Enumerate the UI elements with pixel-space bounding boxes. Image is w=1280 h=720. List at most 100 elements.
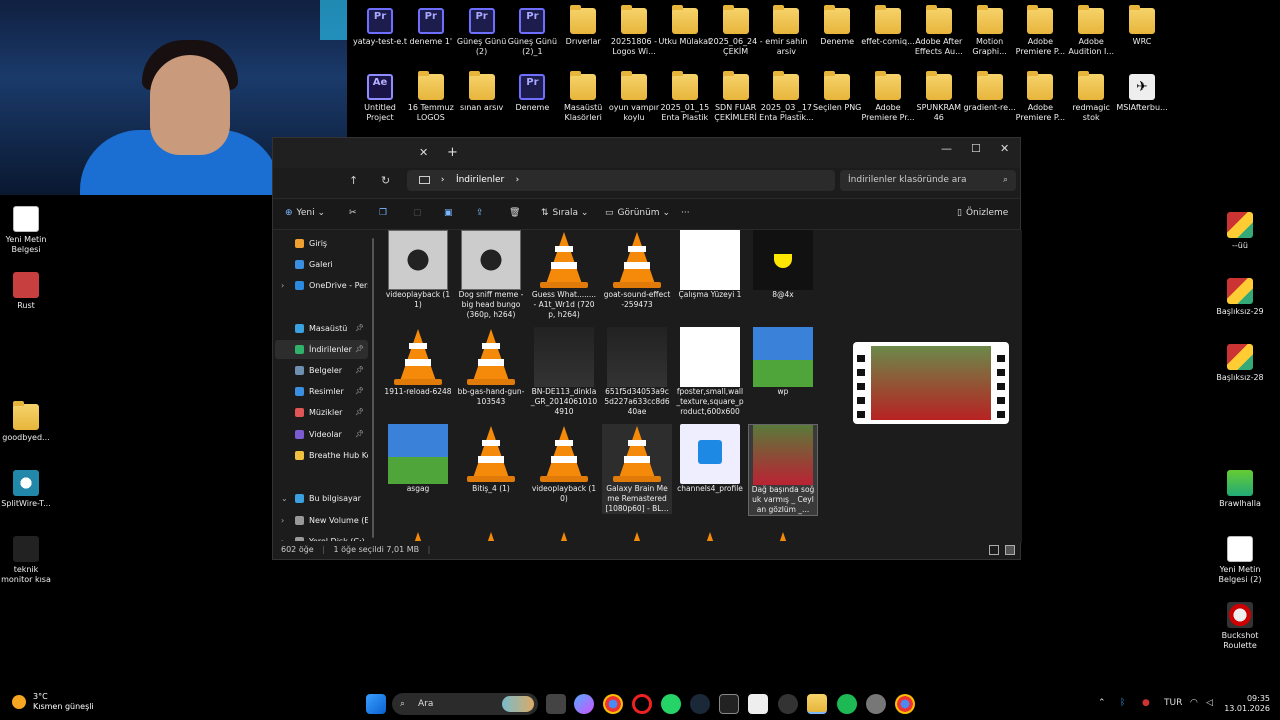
preview-pane-button[interactable]: ▯ Önizleme xyxy=(957,208,1008,218)
file-explorer-icon[interactable] xyxy=(807,694,827,714)
nav-scrollbar[interactable] xyxy=(372,238,374,538)
sort-button[interactable]: ⇅ Sırala ⌄ xyxy=(541,208,588,218)
desktop-icon[interactable]: 2025_03 _17 Enta Plastik... xyxy=(759,71,814,123)
epic-games-icon[interactable] xyxy=(719,694,739,714)
file-item[interactable]: Bitiş_4 (1) xyxy=(456,424,526,494)
sidebar-item[interactable]: › OneDrive - Perso xyxy=(275,276,368,295)
settings-icon[interactable] xyxy=(778,694,798,714)
sidebar-item[interactable]: İndirilenler 📌︎ xyxy=(275,340,368,359)
file-item[interactable]: BN-DE113_dinkla_GR_20140610104910 xyxy=(529,327,599,417)
new-tab-icon[interactable]: + xyxy=(447,145,458,160)
desktop-icon[interactable]: Motion Graphi... xyxy=(964,5,1016,57)
paste-icon[interactable]: ▢ xyxy=(413,208,422,218)
desktop-icon[interactable]: Ae Untitled Project xyxy=(354,74,406,123)
desktop-icon[interactable]: redmagic stok xyxy=(1065,71,1117,123)
bluetooth-icon[interactable]: ᛒ xyxy=(1120,698,1125,708)
desktop-icon[interactable]: Adobe After Effects Au... xyxy=(913,5,965,57)
view-button[interactable]: ▭ Görünüm ⌄ xyxy=(605,208,670,218)
desktop-icon[interactable]: Yeni Metin Belgesi (2) xyxy=(1214,536,1266,585)
sidebar-item[interactable]: › New Volume (E xyxy=(275,511,368,530)
desktop-icon[interactable]: Buckshot Roulette xyxy=(1214,602,1266,651)
wifi-icon[interactable]: ◠ xyxy=(1190,698,1198,708)
cut-icon[interactable]: ✂ xyxy=(349,208,357,218)
sidebar-item[interactable]: Galeri xyxy=(275,255,368,274)
clock[interactable]: 09:35 13.01.2026 xyxy=(1224,694,1270,714)
file-item[interactable]: videoplayback (10) xyxy=(529,424,599,504)
desktop-icon[interactable]: Brawlhalla xyxy=(1214,470,1266,509)
desktop-icon[interactable]: SPUNKRAM 46 xyxy=(913,71,965,123)
app-icon[interactable] xyxy=(866,694,886,714)
file-item[interactable]: wp xyxy=(748,327,818,397)
desktop-icon[interactable]: 16 Temmuz LOGOS xyxy=(405,71,457,123)
desktop-icon[interactable]: Adobe Premiere P... xyxy=(1014,71,1066,123)
file-item[interactable]: Dağ başında soğuk varmış _ Ceylan gözlüm… xyxy=(748,424,818,516)
file-item[interactable]: Guess What........ - A1t_Wr1d (720p, h26… xyxy=(529,230,599,320)
sidebar-item[interactable]: Videolar 📌︎ xyxy=(275,425,368,444)
desktop-icon[interactable]: Başlıksız-28 xyxy=(1214,344,1266,383)
desktop-icon[interactable]: teknik monitor kısa xyxy=(0,536,52,585)
sidebar-item[interactable]: Belgeler 📌︎ xyxy=(275,361,368,380)
close-window-icon[interactable]: ✕ xyxy=(1000,142,1009,155)
taskbar-search[interactable]: ⌕ Ara xyxy=(392,693,538,715)
share-icon[interactable]: ⇪ xyxy=(476,208,484,218)
desktop-icon[interactable]: goodbyed... xyxy=(0,401,52,443)
new-button[interactable]: ⊕ Yeni ⌄ xyxy=(285,208,325,218)
steam-icon[interactable] xyxy=(690,694,710,714)
desktop-icon[interactable]: Seçilen PNG xyxy=(811,71,863,113)
copy-icon[interactable]: ❐ xyxy=(379,208,387,218)
rename-icon[interactable]: ▣ xyxy=(444,208,453,218)
file-item[interactable]: asgag xyxy=(383,424,453,494)
desktop-icon[interactable]: Masaüstü Klasörleri xyxy=(557,71,609,123)
desktop-icon[interactable]: Adobe Premiere Pr... xyxy=(861,71,915,123)
desktop-icon[interactable]: 2025_06_24 - ÇEKİM xyxy=(709,5,763,57)
spotify-icon[interactable] xyxy=(837,694,857,714)
app-tray-icon[interactable]: ● xyxy=(1142,698,1150,708)
delete-icon[interactable]: 🗑︎ xyxy=(509,208,520,218)
sidebar-item[interactable]: Resimler 📌︎ xyxy=(275,382,368,401)
desktop-icon[interactable]: WRC xyxy=(1116,5,1168,47)
more-options-button[interactable]: ··· xyxy=(681,208,690,218)
sidebar-item[interactable]: Müzikler 📌︎ xyxy=(275,403,368,422)
tab-close-icon[interactable]: ✕ xyxy=(419,146,428,159)
up-arrow-icon[interactable]: ↑ xyxy=(349,174,358,187)
file-item[interactable]: Çalışma Yüzeyi 1 xyxy=(675,230,745,300)
desktop-icon[interactable]: Pr Deneme xyxy=(506,74,558,113)
desktop-icon[interactable]: 20251806 -Logos Wi... xyxy=(608,5,660,57)
desktop-icon[interactable]: SplitWire-T... xyxy=(0,470,52,509)
desktop-icon[interactable]: Pr deneme 1' xyxy=(405,8,457,47)
language-indicator[interactable]: TUR xyxy=(1164,698,1182,708)
large-icons-view-icon[interactable] xyxy=(1005,545,1015,555)
desktop-icon[interactable]: Başlıksız-29 xyxy=(1214,278,1266,317)
chrome-icon[interactable] xyxy=(895,694,915,714)
file-item[interactable]: fposter,small,wall_texture,square_produc… xyxy=(675,327,745,417)
file-item[interactable]: channels4_profile xyxy=(675,424,745,494)
sidebar-item[interactable]: Breathe Hub Kon xyxy=(275,446,368,465)
desktop-icon[interactable]: Adobe Audition I... xyxy=(1065,5,1117,57)
expand-chevron-icon[interactable]: › xyxy=(281,276,284,295)
file-item[interactable]: 1911-reload-6248 xyxy=(383,327,453,397)
desktop-icon[interactable]: Adobe Premiere P... xyxy=(1014,5,1066,57)
desktop-icon[interactable]: Rust xyxy=(0,272,52,311)
desktop-icon[interactable]: Drıverlar xyxy=(557,5,609,47)
file-item[interactable]: 8@4x xyxy=(748,230,818,300)
address-bar[interactable]: › İndirilenler › xyxy=(407,170,835,191)
desktop-icon[interactable]: Deneme xyxy=(811,5,863,47)
file-item[interactable]: videoplayback (11) xyxy=(383,230,453,310)
app-icon[interactable] xyxy=(748,694,768,714)
file-explorer-window[interactable]: ✕ + — ☐ ✕ ↑ ↻ › İndirilenler › İndirilen… xyxy=(272,137,1022,560)
expand-chevron-icon[interactable]: ⌄ xyxy=(281,489,288,508)
breadcrumb-downloads[interactable]: İndirilenler xyxy=(456,175,504,185)
desktop-icon[interactable]: oyun vampır koylu xyxy=(608,71,660,123)
desktop-icon[interactable]: effet-comiq... xyxy=(861,5,915,47)
desktop-icon[interactable]: SDN FUAR ÇEKİMLERİ xyxy=(710,71,762,123)
desktop-icon[interactable]: Yeni Metin Belgesi xyxy=(0,206,52,255)
maximize-icon[interactable]: ☐ xyxy=(971,142,981,155)
desktop-icon[interactable]: emir sahin arsiv xyxy=(760,5,812,57)
desktop-icon[interactable]: ✈ MSIAfterbu... xyxy=(1116,74,1168,113)
file-item[interactable]: bb-gas-hand-gun-103543 xyxy=(456,327,526,407)
volume-icon[interactable]: ◁ xyxy=(1206,698,1213,708)
desktop-icon[interactable]: 2025_01_15 Enta Plastik xyxy=(659,71,711,123)
tray-chevron-icon[interactable]: ⌃ xyxy=(1098,698,1106,708)
sidebar-item[interactable]: Masaüstü 📌︎ xyxy=(275,319,368,338)
search-input[interactable]: İndirilenler klasöründe ara ⌕ xyxy=(840,170,1016,191)
